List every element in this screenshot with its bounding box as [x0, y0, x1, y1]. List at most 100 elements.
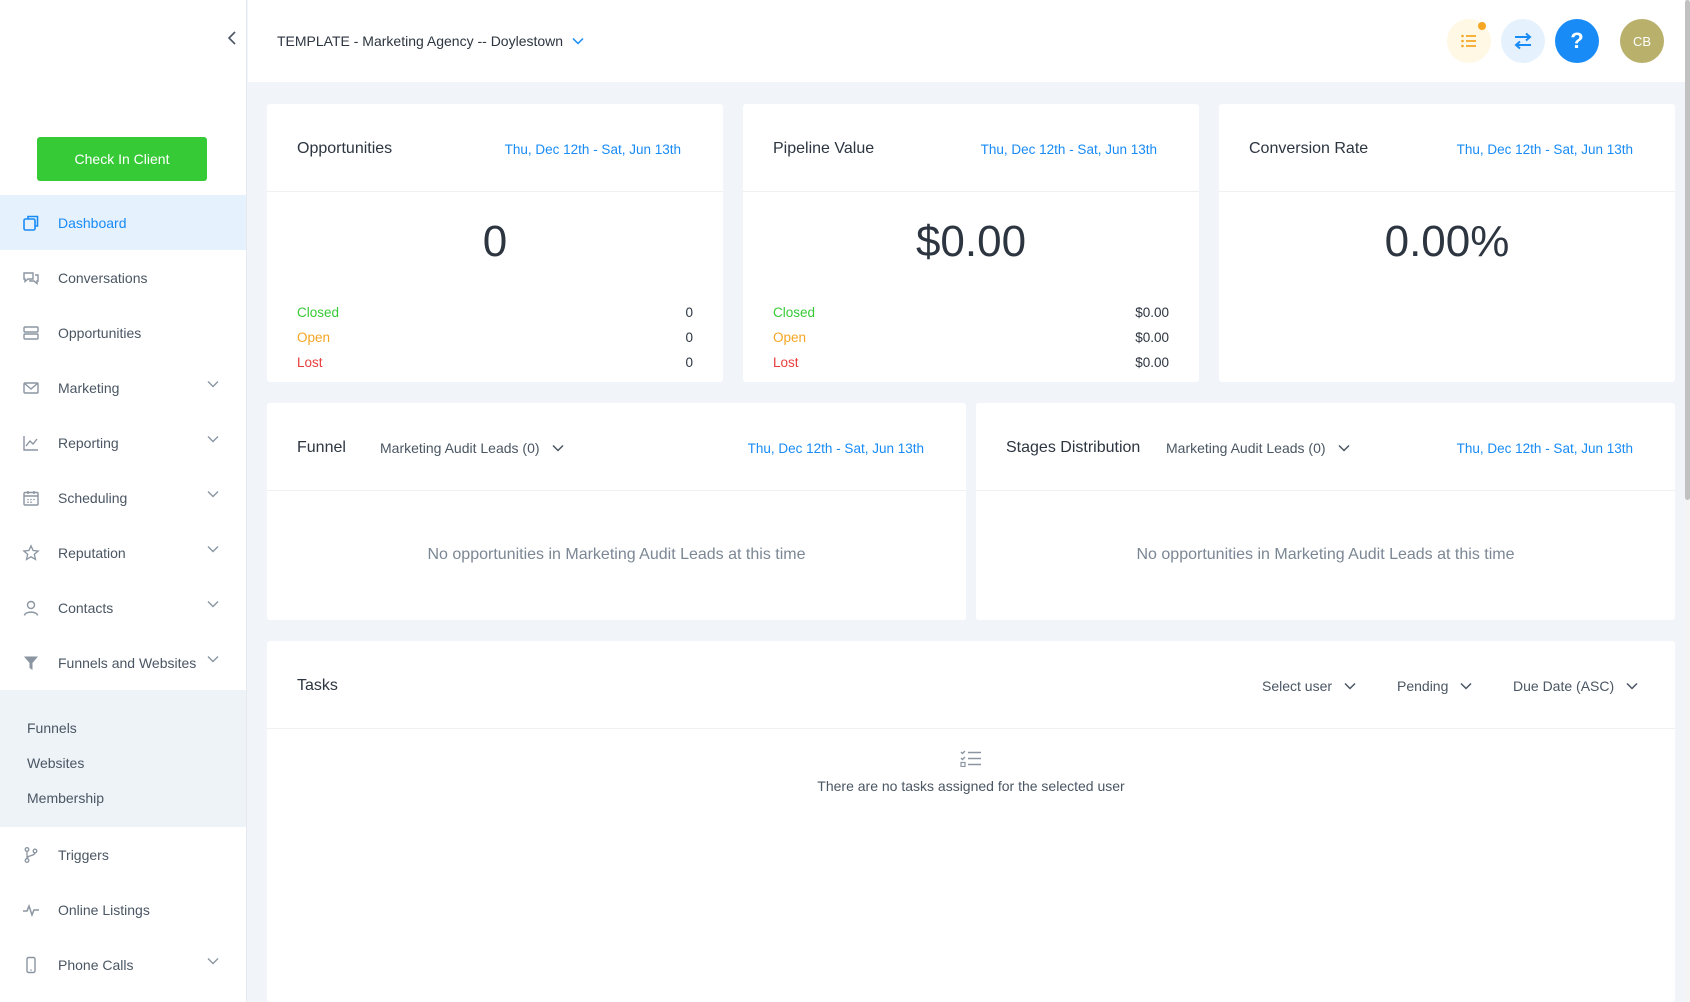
sidebar-subitem-websites[interactable]: Websites	[0, 745, 246, 780]
stat-row-closed: Closed $0.00	[773, 305, 1169, 320]
pulse-icon	[22, 901, 40, 919]
sidebar-subitem-membership[interactable]: Membership	[0, 780, 246, 815]
sidebar-item-label: Dashboard	[58, 214, 127, 231]
chevron-down-icon	[207, 491, 219, 498]
scrollbar-thumb[interactable]	[1685, 0, 1690, 500]
sidebar: Check In Client Dashboard Conversations …	[0, 0, 247, 1002]
sidebar-item-funnels-and-websites[interactable]: Funnels and Websites	[0, 635, 246, 690]
pipeline-select[interactable]: Marketing Audit Leads (0)	[1166, 440, 1350, 456]
tasks-empty-state: There are no tasks assigned for the sele…	[267, 749, 1675, 794]
checklist-icon	[960, 750, 981, 768]
sidebar-item-label: Contacts	[58, 599, 114, 616]
collapse-sidebar-button[interactable]	[222, 28, 242, 48]
chevron-down-icon	[1460, 682, 1472, 690]
sidebar-item-label: Reporting	[58, 434, 119, 451]
status-filter-select[interactable]: Pending	[1397, 678, 1472, 694]
date-range-link[interactable]: Thu, Dec 12th - Sat, Jun 13th	[981, 142, 1157, 157]
stat-row-closed: Closed 0	[297, 305, 693, 320]
opportunities-total: 0	[482, 217, 508, 266]
chevron-down-icon	[207, 601, 219, 608]
chat-icon	[22, 269, 40, 287]
chevron-down-icon	[207, 958, 219, 965]
calendar-icon	[22, 489, 40, 507]
conversion-rate-value: 0.00%	[1384, 217, 1510, 266]
location-name: TEMPLATE - Marketing Agency -- Doylestow…	[277, 33, 564, 49]
sidebar-item-conversations[interactable]: Conversations	[0, 250, 246, 305]
sidebar-item-label: Opportunities	[58, 324, 142, 341]
funnels-submenu: Funnels Websites Membership	[0, 690, 246, 827]
conversion-rate-card: Conversion Rate Thu, Dec 12th - Sat, Jun…	[1219, 104, 1675, 382]
opportunities-card: Opportunities Thu, Dec 12th - Sat, Jun 1…	[267, 104, 723, 382]
sidebar-item-phone-calls[interactable]: Phone Calls	[0, 937, 246, 992]
sidebar-item-triggers[interactable]: Triggers	[0, 827, 246, 882]
card-title: Conversion Rate	[1249, 140, 1369, 157]
pipeline-icon	[22, 324, 40, 342]
user-icon	[22, 599, 40, 617]
filter-icon	[22, 654, 40, 672]
branch-icon	[22, 846, 40, 864]
chevron-down-icon	[207, 546, 219, 553]
list-icon	[1461, 34, 1476, 48]
avatar[interactable]: CB	[1620, 19, 1664, 63]
sidebar-item-label: Phone Calls	[58, 956, 134, 973]
empty-message: There are no tasks assigned for the sele…	[817, 778, 1125, 794]
sidebar-subitem-funnels[interactable]: Funnels	[0, 710, 246, 745]
tasks-list-button[interactable]	[1447, 19, 1491, 63]
chevron-down-icon	[572, 37, 584, 45]
switch-account-button[interactable]	[1501, 19, 1545, 63]
date-range-link[interactable]: Thu, Dec 12th - Sat, Jun 13th	[505, 142, 681, 157]
sidebar-item-label: Scheduling	[58, 489, 128, 506]
empty-message: No opportunities in Marketing Audit Lead…	[1136, 546, 1515, 563]
sidebar-item-contacts[interactable]: Contacts	[0, 580, 246, 635]
chevron-down-icon	[207, 436, 219, 443]
tasks-card: Tasks Select user Pending Due Date (ASC)…	[267, 641, 1675, 1002]
sidebar-item-scheduling[interactable]: Scheduling	[0, 470, 246, 525]
scrollbar[interactable]	[1685, 0, 1690, 1002]
dashboard-icon	[22, 214, 40, 232]
swap-arrows-icon	[1514, 32, 1532, 50]
card-title: Opportunities	[297, 140, 393, 157]
stat-row-lost: Lost 0	[297, 355, 693, 370]
check-in-client-button[interactable]: Check In Client	[37, 137, 207, 181]
chevron-down-icon	[552, 444, 564, 452]
chevron-down-icon	[1338, 444, 1350, 452]
date-range-link[interactable]: Thu, Dec 12th - Sat, Jun 13th	[1457, 441, 1633, 456]
sidebar-item-reputation[interactable]: Reputation	[0, 525, 246, 580]
sidebar-item-marketing[interactable]: Marketing	[0, 360, 246, 415]
sidebar-item-label: Triggers	[58, 846, 109, 863]
star-icon	[22, 543, 40, 562]
stat-row-lost: Lost $0.00	[773, 355, 1169, 370]
chevron-down-icon	[1344, 682, 1356, 690]
chart-icon	[22, 434, 40, 452]
top-bar: TEMPLATE - Marketing Agency -- Doylestow…	[248, 0, 1690, 82]
sidebar-item-label: Funnels and Websites	[58, 654, 197, 671]
sidebar-item-reporting[interactable]: Reporting	[0, 415, 246, 470]
card-title: Stages Distribution	[1006, 439, 1141, 456]
chevron-down-icon	[207, 381, 219, 388]
card-title: Tasks	[297, 677, 338, 694]
sidebar-item-label: Conversations	[58, 269, 148, 286]
phone-icon	[22, 956, 40, 974]
pipeline-total: $0.00	[915, 217, 1027, 266]
user-filter-select[interactable]: Select user	[1262, 678, 1356, 694]
sidebar-nav: Dashboard Conversations Opportunities Ma…	[0, 195, 246, 992]
sidebar-item-label: Reputation	[58, 544, 126, 561]
date-range-link[interactable]: Thu, Dec 12th - Sat, Jun 13th	[748, 441, 924, 456]
stat-row-open: Open 0	[297, 330, 693, 345]
card-title: Pipeline Value	[773, 140, 875, 157]
help-button[interactable]: ?	[1555, 19, 1599, 63]
sidebar-item-opportunities[interactable]: Opportunities	[0, 305, 246, 360]
mail-icon	[22, 379, 40, 397]
funnel-card: Funnel Marketing Audit Leads (0) Thu, De…	[267, 403, 966, 620]
card-title: Funnel	[297, 439, 346, 456]
sort-filter-select[interactable]: Due Date (ASC)	[1513, 678, 1638, 694]
chevron-down-icon	[1626, 682, 1638, 690]
notification-dot	[1478, 22, 1486, 30]
location-switcher[interactable]: TEMPLATE - Marketing Agency -- Doylestow…	[277, 33, 584, 49]
sidebar-item-label: Online Listings	[58, 901, 150, 918]
date-range-link[interactable]: Thu, Dec 12th - Sat, Jun 13th	[1457, 142, 1633, 157]
stages-distribution-card: Stages Distribution Marketing Audit Lead…	[976, 403, 1675, 620]
sidebar-item-dashboard[interactable]: Dashboard	[0, 195, 246, 250]
pipeline-select[interactable]: Marketing Audit Leads (0)	[380, 440, 564, 456]
sidebar-item-online-listings[interactable]: Online Listings	[0, 882, 246, 937]
